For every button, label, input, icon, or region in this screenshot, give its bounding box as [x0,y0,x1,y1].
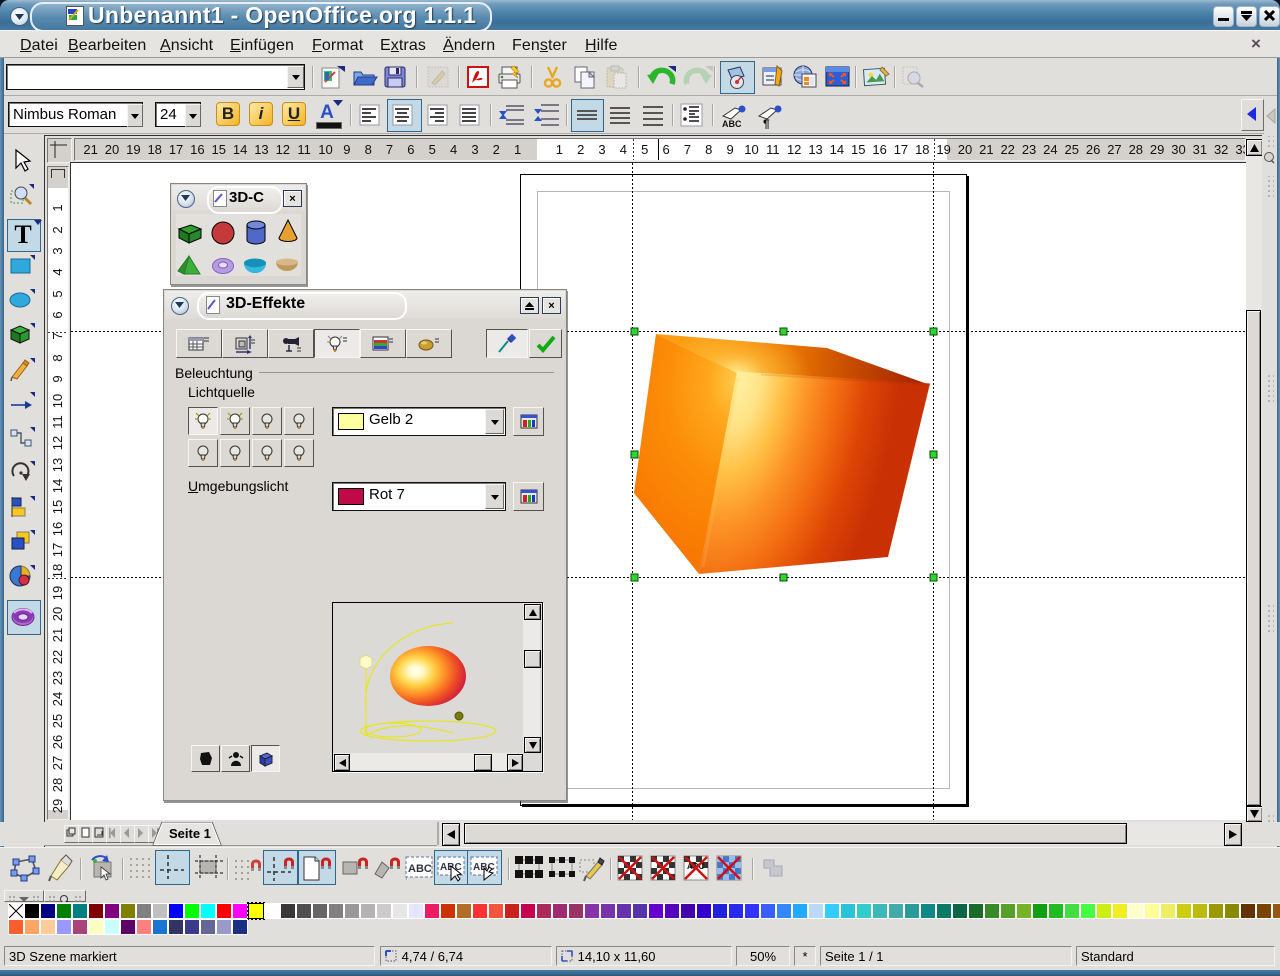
svg-text:Seite 1: Seite 1 [169,826,211,841]
svg-text:ABC: ABC [408,863,432,875]
svg-text:¶: ¶ [763,117,770,129]
svg-text:ABC: ABC [722,119,742,129]
